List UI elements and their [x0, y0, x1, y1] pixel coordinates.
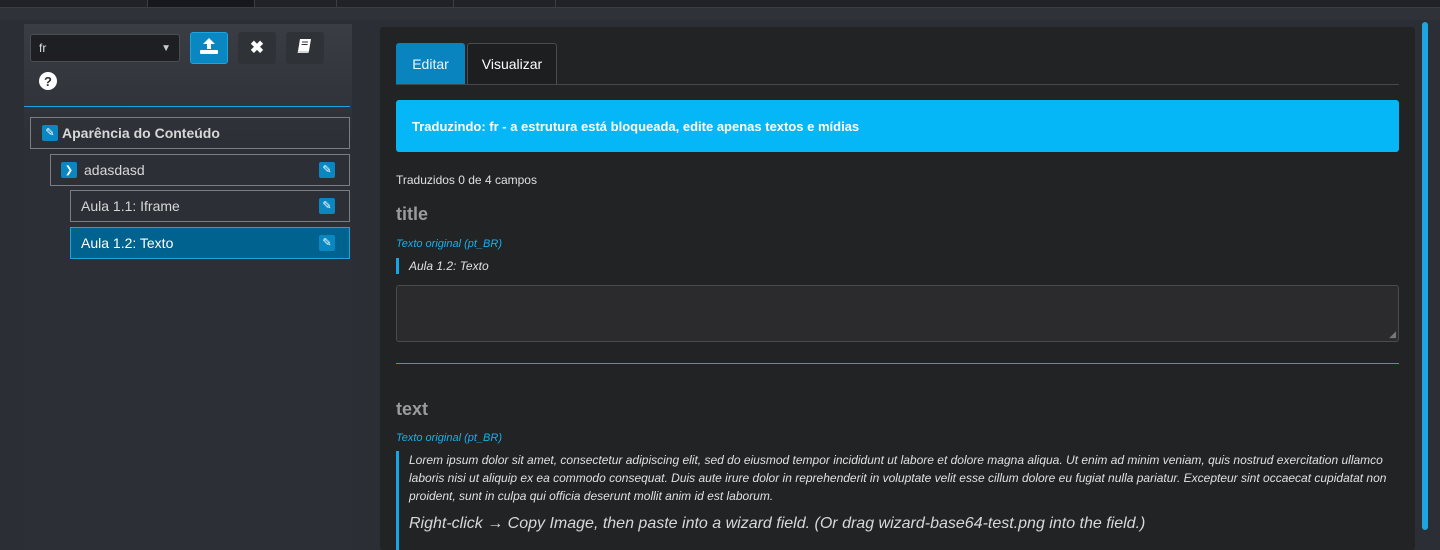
- help-glyph: ?: [44, 73, 52, 89]
- top-tab[interactable]: [337, 0, 454, 7]
- sidebar-divider: [24, 106, 350, 107]
- resize-handle-icon[interactable]: ◢: [1389, 330, 1396, 339]
- upload-button[interactable]: [190, 32, 228, 64]
- title-translation-input[interactable]: ◢: [396, 285, 1399, 342]
- header-bar: [0, 8, 1440, 20]
- tab-divider: [396, 84, 1399, 85]
- tree-lesson[interactable]: Aula 1.1: Iframe ✎: [70, 190, 350, 222]
- translation-progress: Traduzidos 0 de 4 campos: [396, 173, 537, 187]
- top-tab[interactable]: [0, 0, 148, 7]
- translation-alert: Traduzindo: fr - a estrutura está bloque…: [396, 100, 1399, 152]
- original-text-label: Texto original (pt_BR): [396, 432, 502, 444]
- tree-module[interactable]: ❯ adasdasd ✎: [50, 154, 350, 186]
- chevron-down-icon: ▼: [161, 42, 171, 54]
- edit-icon[interactable]: ✎: [319, 235, 335, 251]
- chevron-down-icon[interactable]: ❯: [61, 162, 77, 178]
- sidebar: fr ▼ ✖ ? ✎ Aparência do Conteúdo ❯ adasd…: [24, 24, 352, 550]
- tab-label: Editar: [412, 55, 449, 72]
- original-text: Lorem ipsum dolor sit amet, consectetur …: [409, 453, 1387, 503]
- original-text-label: Texto original (pt_BR): [396, 238, 502, 250]
- tree-lesson-selected[interactable]: Aula 1.2: Texto ✎: [70, 227, 350, 259]
- language-select[interactable]: fr ▼: [30, 34, 180, 62]
- editor-panel: Editar Visualizar Traduzindo: fr - a est…: [380, 27, 1415, 550]
- field-text-heading: text: [396, 399, 429, 419]
- top-tab[interactable]: [454, 0, 556, 7]
- tree-lesson-label: Aula 1.1: Iframe: [81, 198, 180, 214]
- help-icon[interactable]: ?: [39, 72, 57, 90]
- top-tab-strip: [0, 0, 1440, 8]
- tab-editar[interactable]: Editar: [396, 43, 465, 84]
- alert-text: Traduzindo: fr - a estrutura está bloque…: [412, 118, 860, 134]
- original-text-quote: Aula 1.2: Texto: [396, 258, 489, 274]
- edit-icon[interactable]: ✎: [42, 125, 58, 141]
- tree-root-label: Aparência do Conteúdo: [62, 125, 220, 141]
- edit-icon[interactable]: ✎: [319, 198, 335, 214]
- language-select-value: fr: [39, 41, 47, 55]
- scrollbar-thumb[interactable]: [1422, 22, 1428, 530]
- book-icon: [296, 37, 314, 60]
- field-title-heading: title: [396, 204, 429, 224]
- tree-module-label: adasdasd: [84, 162, 145, 178]
- edit-icon[interactable]: ✎: [319, 162, 335, 178]
- original-text: Aula 1.2: Texto: [409, 259, 489, 273]
- original-text-quote: Lorem ipsum dolor sit amet, consectetur …: [396, 451, 1394, 550]
- paste-image-hint: Right-click → Copy Image, then paste int…: [409, 515, 1146, 532]
- tree-root[interactable]: ✎ Aparência do Conteúdo: [30, 117, 350, 149]
- field-divider: [396, 363, 1399, 364]
- tab-label: Visualizar: [481, 56, 543, 72]
- close-icon: ✖: [249, 38, 265, 57]
- upload-icon: [199, 37, 219, 60]
- top-tab[interactable]: [255, 0, 337, 7]
- book-button[interactable]: [286, 32, 324, 64]
- close-button[interactable]: ✖: [238, 32, 276, 64]
- tab-visualizar[interactable]: Visualizar: [467, 43, 557, 84]
- top-tab-active[interactable]: [148, 0, 255, 7]
- tree-lesson-label: Aula 1.2: Texto: [81, 235, 174, 251]
